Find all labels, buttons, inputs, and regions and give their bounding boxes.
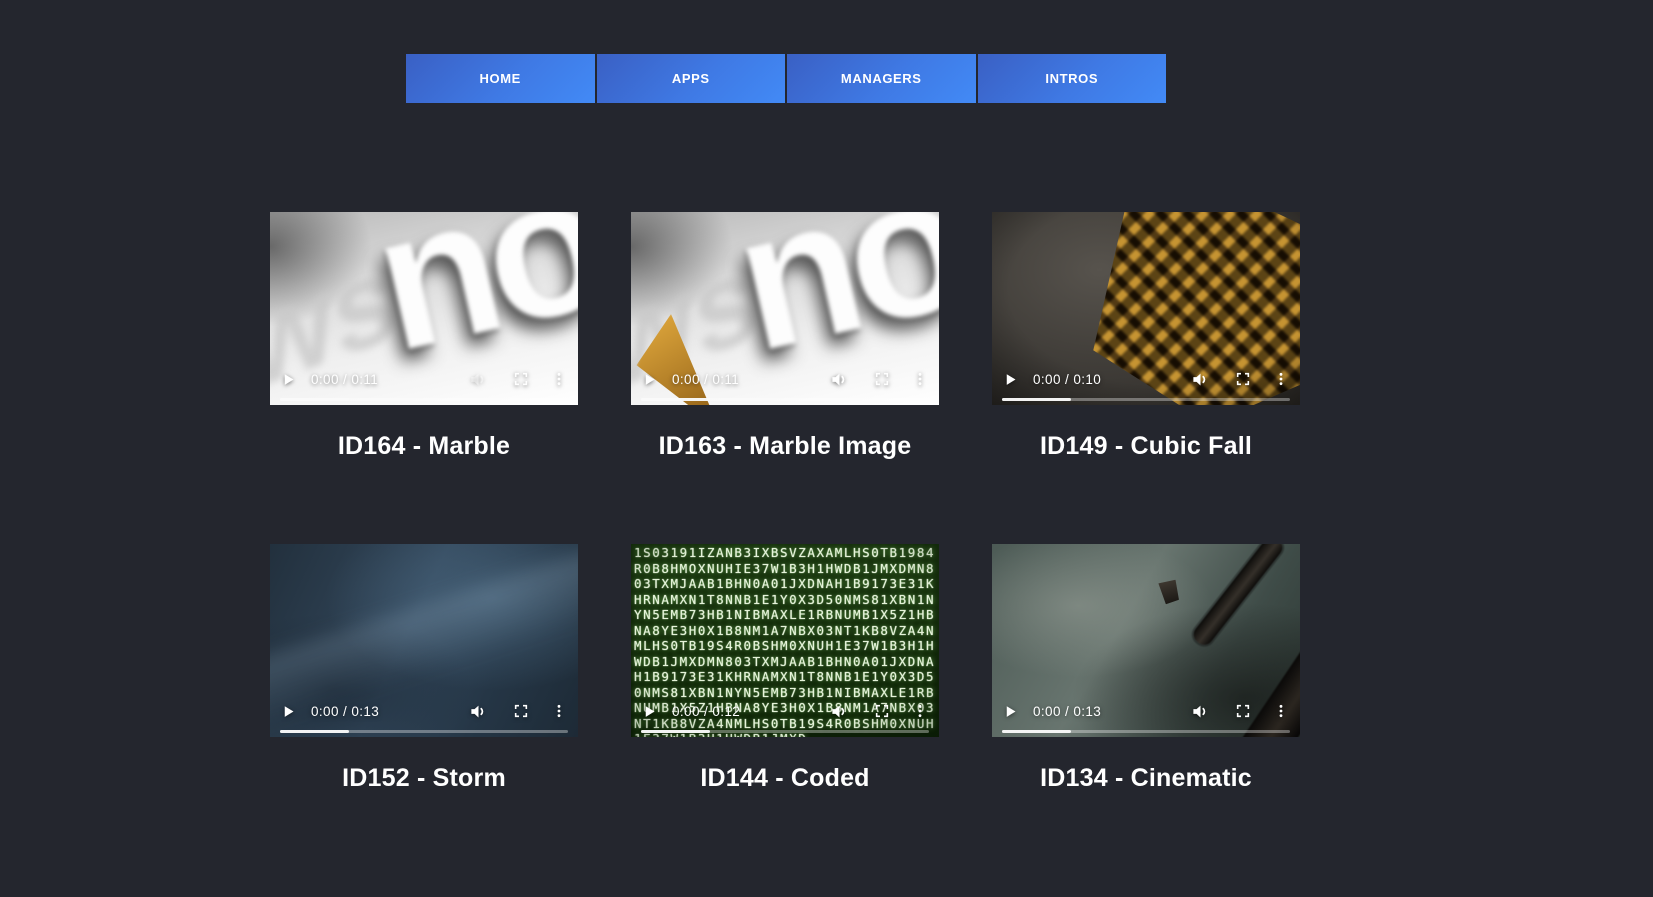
volume-icon[interactable] [1191,702,1210,721]
time-display: 0:00 / 0:12 [672,703,741,719]
overflow-menu-icon[interactable] [551,371,567,387]
video-card: 0:00 / 0:13 ID134 - Cinematic [992,544,1300,793]
volume-icon[interactable] [469,370,488,389]
fullscreen-icon[interactable] [1235,371,1251,387]
play-icon[interactable] [281,704,296,719]
seek-bar-buffer [1002,398,1072,401]
time-display: 0:00 / 0:13 [311,703,380,719]
video-title: ID164 - Marble [337,432,511,460]
fullscreen-icon[interactable] [1235,703,1251,719]
seek-bar[interactable] [641,730,929,733]
fullscreen-icon[interactable] [874,371,890,387]
volume-icon[interactable] [1191,370,1210,389]
overflow-menu-icon[interactable] [551,703,567,719]
nav-button-apps[interactable]: APPS [596,54,785,103]
video-card: ws no 0:00 / 0:11 ID164 - Marble [270,212,578,461]
seek-bar[interactable] [280,730,568,733]
overflow-menu-icon[interactable] [1273,703,1289,719]
seek-bar-buffer [280,398,350,401]
volume-icon[interactable] [469,702,488,721]
video-controls: 0:00 / 0:11 [270,362,578,396]
video-card: ws no 0:00 / 0:11 ID163 - Marble Image [631,212,939,461]
play-icon[interactable] [281,372,296,387]
seek-bar[interactable] [280,398,568,401]
video-card: 0:00 / 0:13 ID152 - Storm [270,544,578,793]
nav-button-managers[interactable]: MANAGERS [787,54,976,103]
time-display: 0:00 / 0:13 [1033,703,1102,719]
overflow-menu-icon[interactable] [912,371,928,387]
video-title: ID152 - Storm [342,764,506,792]
video-title: ID163 - Marble Image [658,432,912,460]
video-player-id152[interactable]: 0:00 / 0:13 [270,544,578,737]
time-display: 0:00 / 0:10 [1033,371,1102,387]
video-player-id164[interactable]: ws no 0:00 / 0:11 [270,212,578,405]
video-title: ID149 - Cubic Fall [1040,432,1252,460]
time-display: 0:00 / 0:11 [672,371,740,387]
page: HOME APPS MANAGERS INTROS ws no 0:00 / 0… [0,0,1653,897]
video-controls: 0:00 / 0:10 [992,362,1300,396]
nav-button-intros[interactable]: INTROS [977,54,1166,103]
fullscreen-icon[interactable] [513,703,529,719]
seek-bar-buffer [641,398,711,401]
volume-icon[interactable] [830,702,849,721]
fullscreen-icon[interactable] [513,371,529,387]
volume-icon[interactable] [830,370,849,389]
nav-button-home[interactable]: HOME [406,54,595,103]
play-icon[interactable] [1003,704,1018,719]
video-title: ID144 - Coded [700,764,870,792]
seek-bar[interactable] [1002,398,1290,401]
seek-bar[interactable] [1002,730,1290,733]
video-card: 1S03191IZANB3IXBSVZAXAMLHS0TB1984R0B8HMO… [631,544,939,793]
video-controls: 0:00 / 0:13 [270,694,578,728]
seek-bar-buffer [641,730,711,733]
play-icon[interactable] [642,704,657,719]
video-player-id163[interactable]: ws no 0:00 / 0:11 [631,212,939,405]
mech-arm-tip [1151,573,1187,609]
mech-arm-upper [1190,544,1286,649]
overflow-menu-icon[interactable] [1273,371,1289,387]
fullscreen-icon[interactable] [874,703,890,719]
play-icon[interactable] [1003,372,1018,387]
video-controls: 0:00 / 0:11 [631,362,939,396]
video-card: 0:00 / 0:10 ID149 - Cubic Fall [992,212,1300,461]
video-title: ID134 - Cinematic [1040,764,1252,792]
video-player-id149[interactable]: 0:00 / 0:10 [992,212,1300,405]
main-nav: HOME APPS MANAGERS INTROS [406,54,1166,103]
video-player-id144[interactable]: 1S03191IZANB3IXBSVZAXAMLHS0TB1984R0B8HMO… [631,544,939,737]
overflow-menu-icon[interactable] [912,703,928,719]
video-controls: 0:00 / 0:13 [992,694,1300,728]
video-controls: 0:00 / 0:12 [631,694,939,728]
seek-bar-buffer [1002,730,1072,733]
play-icon[interactable] [642,372,657,387]
video-player-id134[interactable]: 0:00 / 0:13 [992,544,1300,737]
seek-bar[interactable] [641,398,929,401]
seek-bar-buffer [280,730,350,733]
time-display: 0:00 / 0:11 [311,371,379,387]
video-grid: ws no 0:00 / 0:11 ID164 - Marble ws no 0… [270,212,1300,793]
